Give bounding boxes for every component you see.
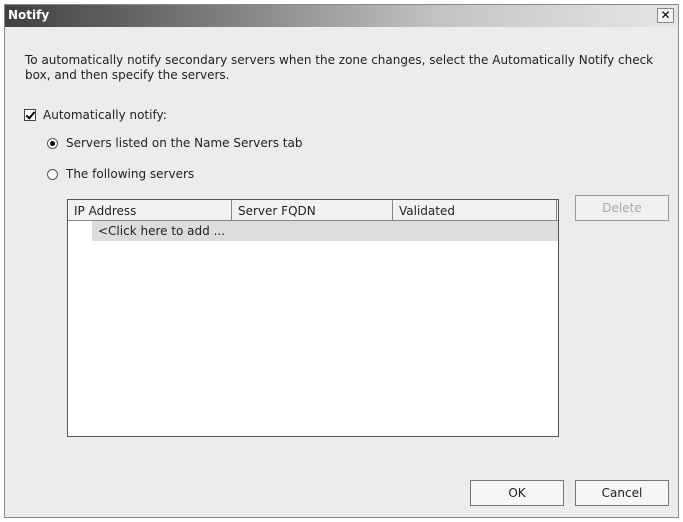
add-server-row[interactable]: <Click here to add ... <box>92 221 558 241</box>
close-icon: ✕ <box>660 8 671 22</box>
auto-notify-checkbox[interactable] <box>24 109 36 121</box>
radio-label-name-servers: Servers listed on the Name Servers tab <box>66 136 303 150</box>
auto-notify-row[interactable]: Automatically notify: <box>24 108 167 122</box>
ok-button[interactable]: OK <box>470 480 564 506</box>
description-text: To automatically notify secondary server… <box>25 53 654 82</box>
close-button[interactable]: ✕ <box>657 8 674 23</box>
radio-option-name-servers[interactable]: Servers listed on the Name Servers tab <box>47 136 302 150</box>
radio-button-name-servers[interactable] <box>47 137 58 149</box>
window-title: Notify <box>8 8 50 22</box>
auto-notify-label: Automatically notify: <box>43 108 167 122</box>
radio-option-following-servers[interactable]: The following servers <box>47 167 194 181</box>
radio-label-following-servers: The following servers <box>66 167 195 181</box>
servers-list[interactable]: IP Address Server FQDN Validated <Click … <box>67 199 559 437</box>
notify-dialog: Notify ✕ To automatically notify seconda… <box>4 4 679 518</box>
title-bar[interactable]: Notify ✕ <box>5 5 678 27</box>
radio-button-following-servers[interactable] <box>47 168 58 180</box>
list-header: IP Address Server FQDN Validated <box>68 200 558 221</box>
delete-button[interactable]: Delete <box>575 195 669 221</box>
column-header-validated[interactable]: Validated <box>393 200 557 220</box>
cancel-button[interactable]: Cancel <box>575 480 669 506</box>
column-header-ip-address[interactable]: IP Address <box>68 200 232 220</box>
column-header-server-fqdn[interactable]: Server FQDN <box>232 200 393 220</box>
